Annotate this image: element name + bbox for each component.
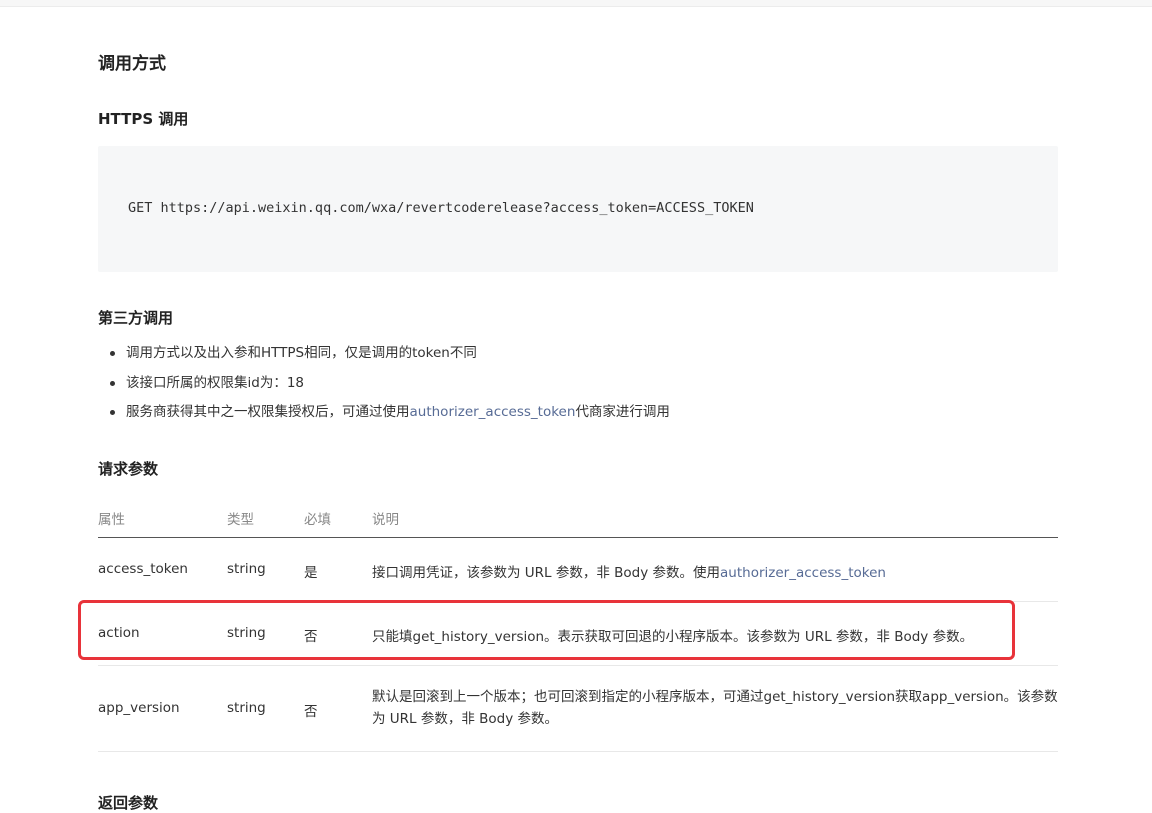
bullet-text: 调用方式以及出入参和HTTPS相同，仅是调用的token不同 <box>126 345 477 361</box>
param-required: 否 <box>304 704 318 720</box>
header-attribute: 属性 <box>98 512 125 528</box>
param-description: 接口调用凭证，该参数为 URL 参数，非 Body 参数。使用authorize… <box>372 561 886 581</box>
param-description-text: 接口调用凭证，该参数为 URL 参数，非 Body 参数。使用 <box>372 565 721 581</box>
table-row: app_version string 否 默认是回滚到上一个版本；也可回滚到指定… <box>98 666 1058 752</box>
param-required: 是 <box>304 565 318 581</box>
bullet-text-after: 代商家进行调用 <box>575 404 670 420</box>
heading-return-params: 返回参数 <box>98 794 159 812</box>
param-type: string <box>227 561 266 577</box>
list-item: 服务商获得其中之一权限集授权后，可通过使用authorizer_access_t… <box>98 399 670 429</box>
param-name: app_version <box>98 700 180 716</box>
param-description: 默认是回滚到上一个版本；也可回滚到指定的小程序版本，可通过get_history… <box>372 689 1058 727</box>
header-description: 说明 <box>372 512 399 528</box>
list-item: 调用方式以及出入参和HTTPS相同，仅是调用的token不同 <box>98 340 670 370</box>
bullet-text: 该接口所属的权限集id为：18 <box>126 374 304 391</box>
code-block: GET https://api.weixin.qq.com/wxa/revert… <box>98 146 1058 272</box>
table-header-row: 属性 类型 必填 说明 <box>98 496 1058 538</box>
table-row: access_token string 是 接口调用凭证，该参数为 URL 参数… <box>98 538 1058 602</box>
header-type: 类型 <box>227 512 254 528</box>
param-description: 只能填get_history_version。表示获取可回退的小程序版本。该参数… <box>372 629 974 645</box>
list-item: 该接口所属的权限集id为：18 <box>98 370 670 400</box>
heading-https-call: HTTPS 调用 <box>98 110 189 128</box>
table-row: action string 否 只能填get_history_version。表… <box>98 602 1058 666</box>
param-type: string <box>227 625 266 641</box>
authorizer-access-token-link[interactable]: authorizer_access_token <box>720 565 886 581</box>
authorizer-access-token-link[interactable]: authorizer_access_token <box>410 404 576 420</box>
param-required: 否 <box>304 629 318 645</box>
bullet-text-before: 服务商获得其中之一权限集授权后，可通过使用 <box>126 404 410 420</box>
top-bar <box>0 0 1152 7</box>
bullet-dot-icon <box>110 410 115 415</box>
header-required: 必填 <box>304 512 331 528</box>
param-name: access_token <box>98 561 188 577</box>
third-party-bullet-list: 调用方式以及出入参和HTTPS相同，仅是调用的token不同 该接口所属的权限集… <box>98 340 670 429</box>
code-request-line: GET https://api.weixin.qq.com/wxa/revert… <box>128 200 754 216</box>
param-name: action <box>98 625 140 641</box>
request-params-table: 属性 类型 必填 说明 access_token string 是 接口调用凭证… <box>98 496 1058 752</box>
bullet-dot-icon <box>110 380 115 386</box>
param-type: string <box>227 700 266 716</box>
bullet-dot-icon <box>110 351 115 356</box>
heading-request-params: 请求参数 <box>98 460 159 478</box>
heading-third-party-call: 第三方调用 <box>98 309 174 327</box>
heading-call-method: 调用方式 <box>98 54 166 74</box>
